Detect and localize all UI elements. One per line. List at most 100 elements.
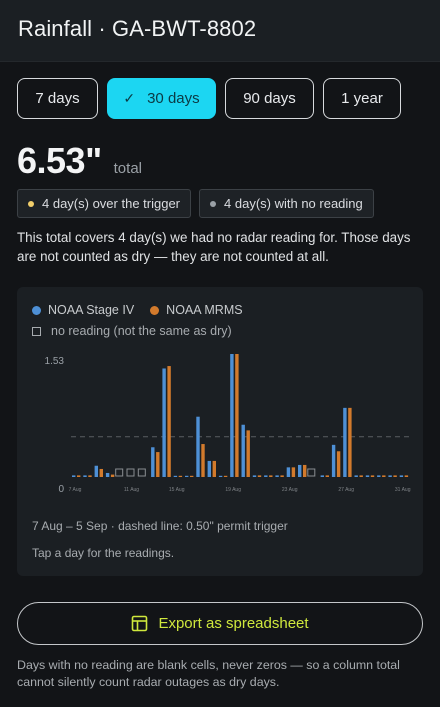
bar-stage-iv[interactable]	[343, 407, 347, 477]
bar-stage-iv[interactable]	[162, 368, 166, 477]
badge-text: 4 day(s) with no reading	[224, 196, 363, 211]
bar-stage-iv[interactable]	[151, 447, 155, 477]
bar-stage-iv[interactable]	[252, 475, 257, 477]
bar-mrms[interactable]	[325, 475, 329, 477]
export-label: Export as spreadsheet	[158, 615, 309, 632]
status-badges: 4 day(s) over the trigger 4 day(s) with …	[17, 189, 374, 218]
range-label: 7 days	[35, 90, 80, 107]
x-tick-label: 23 Aug	[282, 487, 298, 493]
footnote: Days with no reading are blank cells, ne…	[17, 658, 400, 689]
legend-item-stage-iv: NOAA Stage IV	[32, 303, 134, 317]
bar-mrms[interactable]	[99, 468, 103, 477]
badge-text: 4 day(s) over the trigger	[42, 196, 181, 211]
bar-mrms[interactable]	[303, 464, 307, 477]
bar-mrms[interactable]	[257, 475, 262, 477]
check-icon: ✓	[123, 90, 136, 106]
export-spreadsheet-button[interactable]: Export as spreadsheet	[17, 602, 423, 645]
bar-stage-iv[interactable]	[218, 475, 223, 477]
bar-stage-iv[interactable]	[196, 416, 200, 477]
bar-stage-iv[interactable]	[388, 475, 392, 477]
bar-mrms[interactable]	[223, 475, 228, 477]
bar-mrms[interactable]	[404, 475, 409, 477]
bar-stage-iv[interactable]	[354, 475, 358, 477]
bar-stage-iv[interactable]	[320, 475, 324, 477]
orange-dot-icon	[150, 305, 160, 315]
legend-item-no-reading: no reading (not the same as dry)	[32, 324, 232, 338]
bar-mrms[interactable]	[156, 452, 160, 477]
no-reading-badge: 4 day(s) with no reading	[199, 189, 374, 218]
range-90-days-button[interactable]: 90 days	[225, 78, 314, 119]
y-tick-label: 0	[58, 484, 64, 495]
bar-stage-iv[interactable]	[72, 475, 76, 477]
bar-mrms[interactable]	[110, 474, 115, 477]
no-reading-marker[interactable]	[137, 468, 146, 477]
blue-dot-icon	[32, 305, 41, 315]
bar-stage-iv[interactable]	[230, 354, 234, 477]
legend-label: NOAA Stage IV	[48, 303, 135, 317]
y-tick-label: 1.53	[45, 356, 65, 367]
no-reading-marker[interactable]	[115, 468, 124, 477]
bar-stage-iv[interactable]	[286, 467, 291, 477]
grey-dot-icon	[210, 200, 217, 207]
x-axis-ticks: 7 Aug 11 Aug 15 Aug 19 Aug 23 Aug 27 Aug 31 Au…	[69, 487, 411, 493]
range-label: 90 days	[243, 90, 296, 107]
bar-mrms[interactable]	[212, 460, 216, 477]
bar-stage-iv[interactable]	[275, 475, 279, 477]
bar-stage-iv[interactable]	[94, 465, 98, 477]
x-tick-label: 19 Aug	[225, 487, 241, 493]
x-tick-label: 7 Aug	[69, 487, 82, 493]
bar-mrms[interactable]	[235, 354, 239, 477]
x-tick-label: 27 Aug	[338, 487, 354, 493]
legend-item-mrms: NOAA MRMS	[150, 303, 243, 317]
table-icon	[132, 615, 148, 632]
rainfall-total: 6.53" total	[17, 140, 142, 182]
bar-mrms[interactable]	[336, 451, 341, 477]
bar-stage-iv[interactable]	[264, 475, 268, 477]
total-label: total	[113, 160, 142, 177]
bar-mrms[interactable]	[190, 475, 194, 477]
bar-mrms[interactable]	[88, 475, 92, 477]
range-1-year-button[interactable]: 1 year	[323, 78, 401, 119]
x-tick-label: 31 Aug	[395, 487, 411, 493]
bar-stage-iv[interactable]	[105, 472, 110, 477]
range-30-days-button[interactable]: ✓ 30 days	[107, 78, 216, 119]
range-7-days-button[interactable]: 7 days	[17, 78, 98, 119]
no-reading-marker[interactable]	[307, 468, 316, 477]
rainfall-chart-card: NOAA Stage IV NOAA MRMS no reading (not …	[17, 287, 423, 576]
over-trigger-badge: 4 day(s) over the trigger	[17, 189, 192, 218]
x-tick-label: 15 Aug	[169, 487, 185, 493]
bar-stage-iv[interactable]	[185, 475, 189, 477]
bar-stage-iv[interactable]	[399, 475, 404, 477]
range-selector: 7 days ✓ 30 days 90 days 1 year	[17, 78, 401, 119]
range-label: 30 days	[147, 90, 200, 107]
bar-stage-iv[interactable]	[377, 475, 381, 477]
bar-mrms[interactable]	[201, 444, 205, 477]
chart-bars	[72, 354, 409, 477]
rainfall-bar-chart[interactable]: 1.53 0 7 Aug 11 Aug 15 Aug 19 Aug 23 Aug 27 A…	[17, 347, 423, 497]
bar-stage-iv[interactable]	[207, 460, 211, 477]
bar-stage-iv[interactable]	[298, 464, 302, 477]
bar-mrms[interactable]	[178, 475, 183, 477]
bar-mrms[interactable]	[348, 407, 352, 477]
x-tick-label: 11 Aug	[124, 487, 139, 493]
bar-stage-iv[interactable]	[83, 475, 87, 477]
bar-mrms[interactable]	[280, 475, 284, 477]
app-header: Rainfall · GA-BWT-8802	[0, 0, 440, 62]
bar-mrms[interactable]	[246, 430, 250, 477]
bar-stage-iv[interactable]	[365, 475, 370, 477]
bar-stage-iv[interactable]	[331, 444, 336, 477]
no-reading-marker[interactable]	[126, 468, 135, 477]
total-value: 6.53"	[17, 140, 102, 181]
bar-mrms[interactable]	[291, 467, 296, 477]
bar-mrms[interactable]	[393, 475, 397, 477]
bar-mrms[interactable]	[167, 366, 171, 477]
bar-mrms[interactable]	[382, 475, 386, 477]
bar-mrms[interactable]	[77, 475, 81, 477]
coverage-note: This total covers 4 day(s) we had no rad…	[17, 230, 411, 264]
page-title: Rainfall · GA-BWT-8802	[18, 16, 257, 41]
bar-mrms[interactable]	[370, 475, 375, 477]
bar-stage-iv[interactable]	[241, 424, 245, 477]
bar-mrms[interactable]	[269, 475, 273, 477]
bar-mrms[interactable]	[359, 475, 363, 477]
bar-stage-iv[interactable]	[173, 475, 178, 477]
